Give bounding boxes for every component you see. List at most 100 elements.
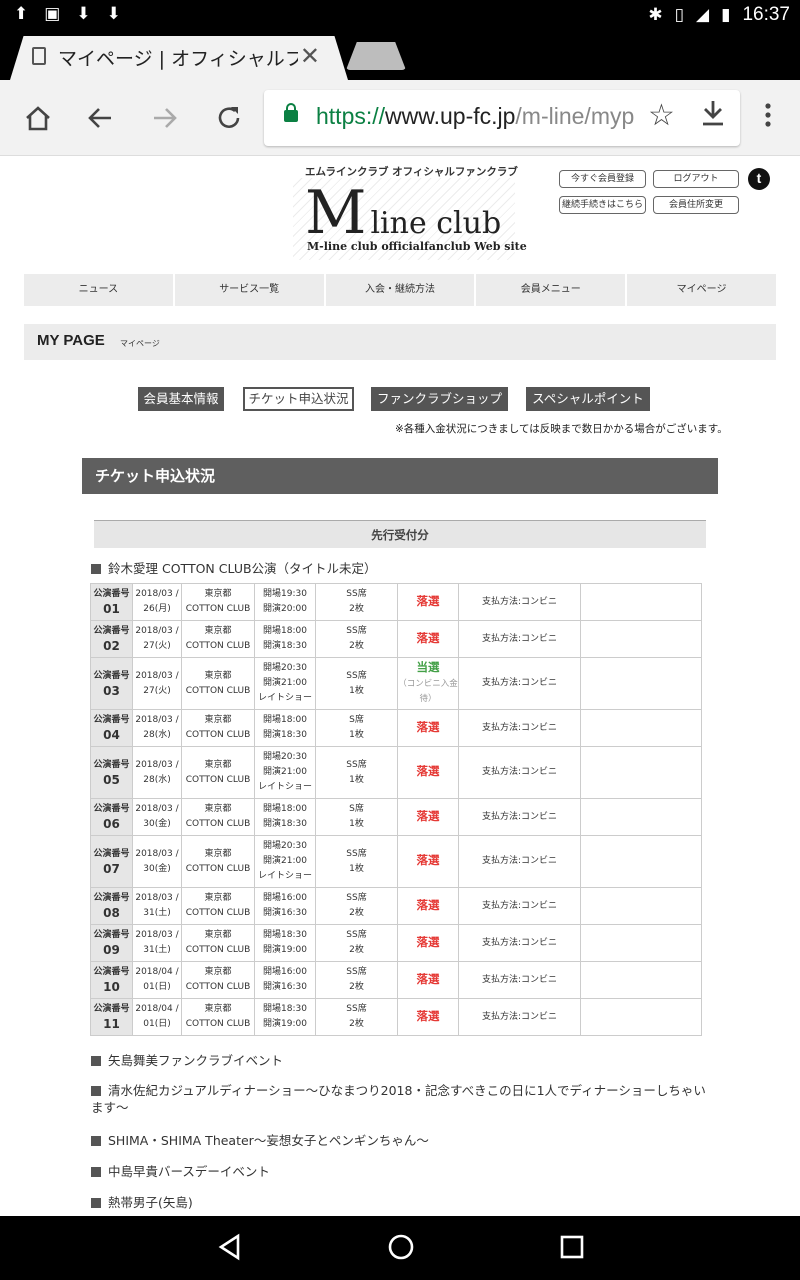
show-times: 開場18:30 開演19:00 [254, 924, 316, 962]
table-row: 公演番号 11 2018/04 /01(日) 東京都 COTTON CLUB 開場18:3… [90, 998, 702, 1036]
new-tab-button[interactable] [346, 42, 406, 70]
extra-cell [580, 657, 702, 710]
lottery-result: 落選 [397, 583, 459, 621]
tab-fanclub-shop[interactable]: ファンクラブショップ [371, 387, 508, 411]
table-row: 公演番号 08 2018/03 /31(土) 東京都 COTTON CLUB 開場16:0… [90, 887, 702, 925]
image-icon: ▣ [44, 4, 61, 24]
url-text[interactable]: https://www.up-fc.jp/m-line/mypa [316, 103, 634, 130]
address-change-button[interactable]: 会員住所変更 [653, 196, 739, 214]
ticket-results-table: 公演番号 01 2018/03 /26(月) 東京都 COTTON CLUB 開場19:3… [90, 583, 702, 1036]
performance-number: 公演番号 06 [90, 798, 133, 836]
extra-cell [580, 961, 702, 999]
upload-icon: ⬆ [14, 4, 29, 24]
show-times: 開場16:00 開演16:30 [254, 887, 316, 925]
performance-number: 公演番号 02 [90, 620, 133, 658]
show-times: 開場18:00 開演18:30 [254, 709, 316, 747]
tab-member-info[interactable]: 会員基本情報 [138, 387, 224, 411]
square-bullet-icon [91, 1198, 101, 1208]
venue: 東京都 COTTON CLUB [181, 998, 255, 1036]
square-bullet-icon [91, 1167, 101, 1177]
event-title[interactable]: 熱帯男子(矢島) [91, 1192, 193, 1211]
register-button[interactable]: 今すぐ会員登録 [559, 170, 646, 188]
seat-info: SS席 2枚 [315, 924, 398, 962]
venue: 東京都 COTTON CLUB [181, 961, 255, 999]
lottery-result: 落選 [397, 961, 459, 999]
browser-tab[interactable]: マイページ | オフィシャルファ ✕ [10, 36, 348, 80]
performance-date: 2018/03 /31(土) [132, 924, 182, 962]
close-tab-icon[interactable]: ✕ [300, 42, 320, 70]
performance-date: 2018/03 /26(月) [132, 583, 182, 621]
page-title-bar: MY PAGE マイページ [24, 324, 776, 360]
lottery-result: 落選 [397, 998, 459, 1036]
back-icon[interactable] [80, 98, 120, 138]
home-circle-icon[interactable] [386, 1232, 416, 1266]
vibrate-icon: ▯ [674, 5, 685, 25]
nav-services[interactable]: サービス一覧 [174, 274, 324, 306]
renewal-button[interactable]: 継続手続きはこちら [559, 196, 646, 214]
lottery-result: 当選 （コンビニ入金待） [397, 657, 459, 710]
payment-method: 支払方法:コンビニ [458, 798, 581, 836]
extra-cell [580, 887, 702, 925]
event-title[interactable]: 清水佐紀カジュアルディナーショー〜ひなまつり2018・記念すべきこの日に1人でデ… [91, 1082, 707, 1116]
performance-date: 2018/03 /27(火) [132, 657, 182, 710]
venue: 東京都 COTTON CLUB [181, 835, 255, 888]
event-title[interactable]: 中島早貴バースデーイベント [91, 1161, 270, 1180]
recents-square-icon[interactable] [558, 1232, 586, 1266]
event-title[interactable]: 矢島舞美ファンクラブイベント [91, 1050, 283, 1069]
seat-info: SS席 2枚 [315, 998, 398, 1036]
nav-member-menu[interactable]: 会員メニュー [476, 274, 626, 306]
reload-icon[interactable] [209, 98, 249, 138]
extra-cell [580, 998, 702, 1036]
payment-method: 支払方法:コンビニ [458, 709, 581, 747]
tab-title: マイページ | オフィシャルファ [58, 48, 298, 70]
site-logo[interactable]: Mline club M-line club officialfanclub W… [293, 178, 527, 260]
performance-number: 公演番号 08 [90, 887, 133, 925]
system-nav-bar [0, 1216, 800, 1280]
payment-method: 支払方法:コンビニ [458, 924, 581, 962]
lottery-result: 落選 [397, 835, 459, 888]
address-bar[interactable]: https://www.up-fc.jp/m-line/mypa ☆ [264, 90, 771, 146]
extra-cell [580, 924, 702, 962]
event-title[interactable]: SHIMA・SHIMA Theater〜妄想女子とペンギンちゃん〜 [91, 1130, 429, 1149]
status-bar: ⬆ ▣ ⬇ ⬇ ✱ ▯ ◢ ▮ 16:37 [0, 0, 800, 30]
event-title[interactable]: 鈴木愛理 COTTON CLUB公演（タイトル未定） [91, 558, 377, 577]
overflow-menu-icon[interactable] [764, 100, 774, 130]
signal-icon: ◢ [696, 5, 710, 25]
payment-method: 支払方法:コンビニ [458, 998, 581, 1036]
back-triangle-icon[interactable] [216, 1232, 244, 1266]
nav-join[interactable]: 入会・継続方法 [325, 274, 475, 306]
extra-cell [580, 583, 702, 621]
show-times: 開場16:00 開演16:30 [254, 961, 316, 999]
extra-cell [580, 835, 702, 888]
lottery-result: 落選 [397, 709, 459, 747]
tab-ticket-status[interactable]: チケット申込状況 [243, 387, 354, 411]
payment-method: 支払方法:コンビニ [458, 887, 581, 925]
performance-date: 2018/03 /27(火) [132, 620, 182, 658]
lottery-result: 落選 [397, 798, 459, 836]
phase-label: 先行受付分 [94, 520, 706, 548]
tab-special-points[interactable]: スペシャルポイント [526, 387, 650, 411]
nav-news[interactable]: ニュース [24, 274, 173, 306]
logout-button[interactable]: ログアウト [653, 170, 739, 188]
web-page: エムラインクラブ オフィシャルファンクラブ Mline club M-line … [0, 156, 800, 1216]
payment-method: 支払方法:コンビニ [458, 657, 581, 710]
nav-mypage[interactable]: マイページ [627, 274, 776, 306]
performance-date: 2018/04 /01(日) [132, 961, 182, 999]
venue: 東京都 COTTON CLUB [181, 887, 255, 925]
bookmark-star-icon[interactable]: ☆ [648, 98, 675, 133]
download-icon: ⬇ [106, 4, 121, 24]
payment-method: 支払方法:コンビニ [458, 583, 581, 621]
performance-number: 公演番号 10 [90, 961, 133, 999]
table-row: 公演番号 03 2018/03 /27(火) 東京都 COTTON CLUB 開場20:3… [90, 657, 702, 710]
twitter-icon[interactable]: t [748, 168, 770, 190]
lottery-result: 落選 [397, 620, 459, 658]
lottery-result: 落選 [397, 746, 459, 799]
page-icon [32, 47, 46, 65]
forward-icon[interactable] [145, 98, 185, 138]
performance-number: 公演番号 01 [90, 583, 133, 621]
performance-date: 2018/03 /30(金) [132, 798, 182, 836]
battery-icon: ▮ [721, 5, 731, 25]
download-page-icon[interactable] [700, 98, 726, 135]
home-icon[interactable] [18, 98, 58, 138]
seat-info: SS席 2枚 [315, 887, 398, 925]
